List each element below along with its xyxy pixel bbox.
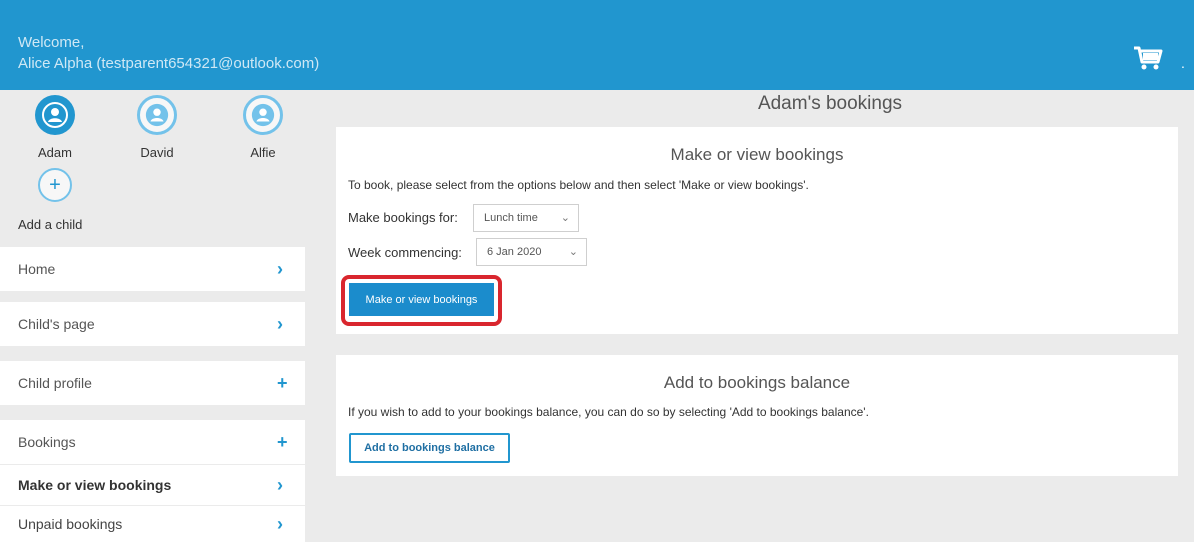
add-child-button[interactable]: + — [38, 168, 72, 202]
child-name: Alfie — [250, 145, 276, 160]
sidebar-item-label: Child's page — [18, 316, 95, 332]
chevron-right-icon: › — [277, 514, 283, 534]
sidebar-item-unpaid-bookings[interactable]: Unpaid bookings › — [0, 506, 305, 542]
week-commencing-select[interactable]: 6 Jan 2020 ⌄ — [476, 238, 587, 266]
sidebar-item-child-profile[interactable]: Child profile + — [0, 361, 305, 405]
child-tab-david[interactable]: David — [117, 95, 197, 160]
sidebar-item-make-or-view-bookings[interactable]: Make or view bookings › — [0, 465, 305, 505]
sidebar-item-label: Make or view bookings — [18, 477, 172, 493]
add-to-bookings-balance-button[interactable]: Add to bookings balance — [349, 433, 510, 463]
make-or-view-bookings-button[interactable]: Make or view bookings — [349, 283, 494, 316]
sidebar-item-label: Unpaid bookings — [18, 516, 123, 532]
card-title: Make or view bookings — [670, 145, 844, 164]
week-commencing-label: Week commencing: — [348, 245, 462, 260]
select-value: Lunch time — [484, 212, 538, 224]
sidebar-item-home[interactable]: Home › — [0, 247, 305, 291]
plus-icon: + — [277, 373, 288, 393]
chevron-right-icon: › — [277, 259, 283, 279]
card-instructions: If you wish to add to your bookings bala… — [348, 405, 869, 419]
card-instructions: To book, please select from the options … — [348, 178, 809, 192]
card-title: Add to bookings balance — [663, 373, 851, 392]
child-name: Adam — [38, 145, 72, 160]
chevron-down-icon: ⌄ — [568, 246, 578, 258]
top-header-bar: Welcome, Alice Alpha (testparent654321@o… — [0, 0, 1194, 90]
child-tab-alfie[interactable]: Alfie — [223, 95, 303, 160]
meal-type-select[interactable]: Lunch time ⌄ — [473, 204, 579, 232]
chevron-right-icon: › — [277, 314, 283, 334]
plus-icon: + — [277, 432, 288, 452]
welcome-user: Alice Alpha (testparent654321@outlook.co… — [18, 55, 320, 72]
add-child-label[interactable]: Add a child — [18, 217, 82, 232]
chevron-down-icon: ⌄ — [560, 212, 570, 224]
sidebar-item-label: Child profile — [18, 375, 92, 391]
welcome-text: Welcome, Alice Alpha (testparent654321@o… — [18, 32, 319, 74]
header-menu-dot[interactable]: . — [1181, 55, 1185, 71]
user-icon — [251, 103, 275, 127]
sidebar-item-label: Bookings — [18, 434, 76, 450]
sidebar-item-bookings[interactable]: Bookings + — [0, 420, 305, 464]
user-icon — [42, 102, 68, 128]
page-title: Adam's bookings — [757, 93, 903, 114]
welcome-greeting: Welcome, — [18, 34, 85, 51]
select-value: 6 Jan 2020 — [487, 246, 542, 258]
child-avatar — [35, 95, 75, 135]
sidebar: Adam David Alfie + Add a child Home › Ch… — [0, 90, 310, 542]
child-tab-adam[interactable]: Adam — [15, 95, 95, 160]
child-avatar — [243, 95, 283, 135]
user-icon — [145, 103, 169, 127]
child-name: David — [140, 145, 174, 160]
cart-icon[interactable] — [1133, 45, 1163, 71]
make-bookings-for-label: Make bookings for: — [348, 210, 458, 225]
sidebar-item-label: Home — [18, 261, 56, 277]
sidebar-item-childs-page[interactable]: Child's page › — [0, 302, 305, 346]
child-avatar — [137, 95, 177, 135]
chevron-right-icon: › — [277, 475, 283, 495]
